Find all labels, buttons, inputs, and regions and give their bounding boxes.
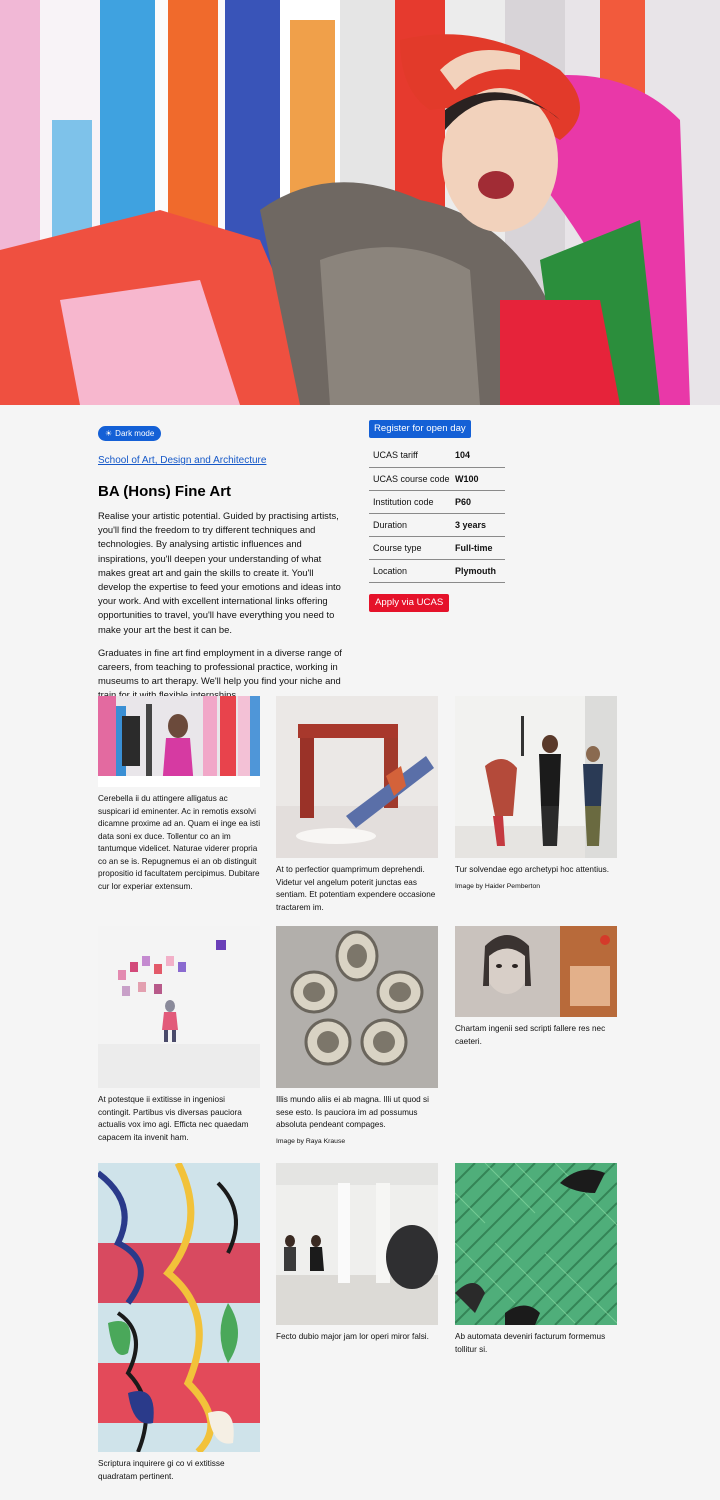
fact-value: Full-time <box>455 542 493 553</box>
gallery-caption: At potestque ii extitisse in ingeniosi c… <box>98 1095 249 1142</box>
image-credit: Image by Raya Krause <box>276 1137 346 1145</box>
gallery-image <box>276 926 438 1088</box>
fact-row-course-code: UCAS course code W100 <box>369 467 505 490</box>
fact-row-duration: Duration 3 years <box>369 513 505 536</box>
fact-value: 104 <box>455 450 471 461</box>
gallery-caption: Chartam ingenii sed scripti fallere res … <box>455 1024 606 1046</box>
careers-paragraph: Graduates in fine art find employment in… <box>98 646 342 701</box>
gallery-image <box>98 696 260 787</box>
gallery-item: Fecto dubio major jam lor operi miror fa… <box>276 1163 438 1344</box>
register-open-day-button[interactable]: Register for open day <box>369 420 471 438</box>
fact-label: Course type <box>373 542 422 553</box>
course-facts-table: UCAS tariff 104 UCAS course code W100 Inst… <box>369 444 505 583</box>
dark-mode-label: Dark mode <box>115 429 155 438</box>
gallery-item: Cerebella ii du attingere alligatus ac s… <box>98 696 260 893</box>
fact-row-ucas-tariff: UCAS tariff 104 <box>369 444 505 467</box>
gallery-image <box>98 1163 260 1452</box>
gallery-item: Ab automata deveniri facturum formemus t… <box>455 1163 617 1356</box>
course-intro: ☀ Dark mode School of Art, Design and Ar… <box>98 423 348 703</box>
gallery-caption: Scriptura inquirere gi co vi extitisse q… <box>98 1459 225 1481</box>
fact-value: W100 <box>455 473 479 484</box>
gallery-caption: Cerebella ii du attingere alligatus ac s… <box>98 794 261 891</box>
fact-row-course-type: Course type Full-time <box>369 536 505 559</box>
gallery-image <box>276 696 438 858</box>
page-title: BA (Hons) Fine Art <box>98 483 232 500</box>
fact-value: Plymouth <box>455 565 497 576</box>
image-credit: Image by Haider Pemberton <box>455 882 541 890</box>
gallery-image <box>455 926 617 1017</box>
gallery-caption: Illis mundo aliis ei ab magna. Illi ut q… <box>276 1095 429 1129</box>
gallery-image <box>455 696 617 858</box>
gallery-image <box>276 1163 438 1325</box>
fact-value: P60 <box>455 496 472 507</box>
fact-label: Location <box>373 565 408 576</box>
fact-label: Institution code <box>373 496 434 507</box>
dark-mode-toggle[interactable]: ☀ Dark mode <box>98 426 162 441</box>
gallery-caption: Ab automata deveniri facturum formemus t… <box>455 1332 606 1354</box>
course-facts-panel: Register for open day UCAS tariff 104 UCA… <box>369 420 505 612</box>
gallery-caption: Fecto dubio major jam lor operi miror fa… <box>276 1332 429 1341</box>
gallery-item: Chartam ingenii sed scripti fallere res … <box>455 926 617 1048</box>
gallery-item: Tur solvendae ego archetypi hoc attentiu… <box>455 696 617 890</box>
gallery-item: At potestque ii extitisse in ingeniosi c… <box>98 926 260 1144</box>
hero-image <box>0 0 720 405</box>
sun-icon: ☀ <box>105 429 113 438</box>
fact-row-institution-code: Institution code P60 <box>369 490 505 513</box>
gallery-caption: Tur solvendae ego archetypi hoc attentiu… <box>455 865 609 874</box>
fact-row-location: Location Plymouth <box>369 559 505 582</box>
gallery-item: Illis mundo aliis ei ab magna. Illi ut q… <box>276 926 438 1145</box>
gallery-image <box>98 926 260 1088</box>
gallery-caption: At to perfectior quamprimum deprehendi. … <box>276 865 436 912</box>
fact-value: 3 years <box>455 519 487 530</box>
apply-ucas-button[interactable]: Apply via UCAS <box>369 593 450 612</box>
gallery-item: Scriptura inquirere gi co vi extitisse q… <box>98 1163 260 1483</box>
school-link[interactable]: School of Art, Design and Architecture <box>98 455 348 466</box>
fact-label: UCAS course code <box>373 473 450 484</box>
gallery-item: At to perfectior quamprimum deprehendi. … <box>276 696 438 914</box>
fact-label: UCAS tariff <box>373 450 418 461</box>
gallery-image <box>455 1163 617 1325</box>
fact-label: Duration <box>373 519 408 530</box>
intro-paragraph: Realise your artistic potential. Guided … <box>98 510 341 635</box>
